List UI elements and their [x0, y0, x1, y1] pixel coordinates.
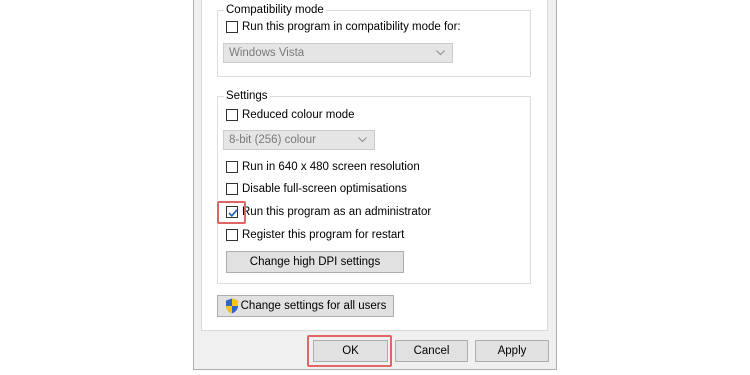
- reduced-colour-label: Reduced colour mode: [242, 109, 355, 121]
- run-compat-checkbox-row[interactable]: Run this program in compatibility mode f…: [226, 19, 461, 35]
- chevron-down-icon: [358, 137, 367, 143]
- chevron-down-icon: [436, 50, 445, 56]
- admin-checkbox-highlight: [217, 201, 246, 224]
- admin-checkbox-row[interactable]: Run this program as an administrator: [226, 204, 431, 220]
- restart-checkbox[interactable]: [226, 229, 238, 241]
- reduced-colour-checkbox[interactable]: [226, 109, 238, 121]
- resolution-label: Run in 640 x 480 screen resolution: [242, 161, 420, 173]
- apply-button[interactable]: Apply: [475, 340, 549, 362]
- cancel-button[interactable]: Cancel: [395, 340, 468, 362]
- uac-shield-icon: [225, 298, 238, 314]
- os-select-value: Windows Vista: [229, 47, 305, 59]
- fullscreen-label: Disable full-screen optimisations: [242, 183, 407, 195]
- fullscreen-checkbox[interactable]: [226, 183, 238, 195]
- run-compat-label: Run this program in compatibility mode f…: [242, 21, 461, 33]
- resolution-checkbox-row[interactable]: Run in 640 x 480 screen resolution: [226, 159, 420, 175]
- change-all-users-button[interactable]: Change settings for all users: [217, 295, 394, 317]
- run-compat-checkbox[interactable]: [226, 21, 238, 33]
- reduced-colour-checkbox-row[interactable]: Reduced colour mode: [226, 107, 355, 123]
- resolution-checkbox[interactable]: [226, 161, 238, 173]
- restart-label: Register this program for restart: [242, 229, 405, 241]
- restart-checkbox-row[interactable]: Register this program for restart: [226, 227, 404, 243]
- change-high-dpi-button[interactable]: Change high DPI settings: [226, 251, 404, 273]
- fullscreen-checkbox-row[interactable]: Disable full-screen optimisations: [226, 181, 407, 197]
- os-select[interactable]: Windows Vista: [223, 43, 453, 63]
- compatibility-mode-title: Compatibility mode: [224, 3, 326, 17]
- colour-depth-select-value: 8-bit (256) colour: [229, 134, 316, 146]
- change-all-users-label: Change settings for all users: [240, 300, 387, 312]
- admin-label: Run this program as an administrator: [242, 206, 432, 218]
- settings-title: Settings: [224, 89, 270, 103]
- ok-button-highlight: [307, 335, 392, 367]
- colour-depth-select[interactable]: 8-bit (256) colour: [223, 130, 375, 150]
